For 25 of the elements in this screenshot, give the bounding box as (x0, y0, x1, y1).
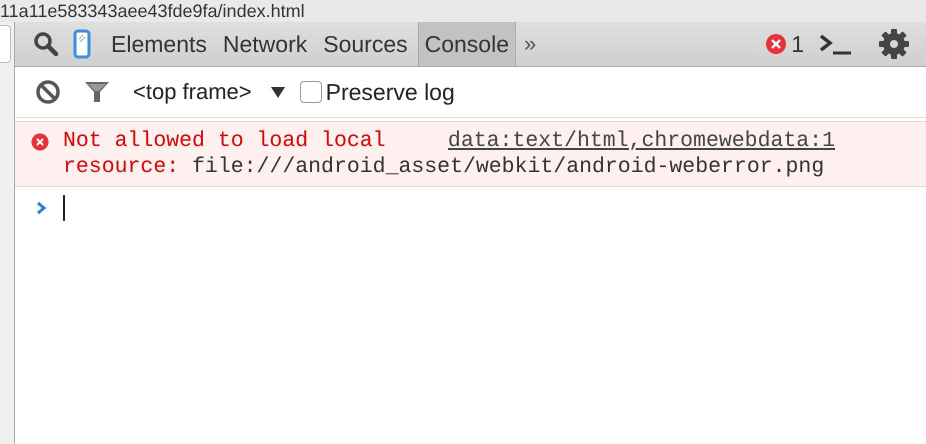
settings-icon[interactable] (878, 28, 910, 60)
panel-tab[interactable]: Elements (105, 22, 213, 66)
preserve-log-checkbox[interactable] (300, 81, 322, 103)
panel-tab[interactable]: Sources (317, 22, 414, 66)
error-icon (765, 33, 788, 55)
panel-tab[interactable]: Network (216, 22, 314, 66)
panel-tab[interactable]: Console (418, 22, 516, 66)
input-caret[interactable] (63, 195, 65, 221)
dropdown-icon[interactable] (270, 85, 286, 99)
page-url: 11a11e583343aee43fde9fa/index.html (0, 0, 305, 22)
more-tabs[interactable]: » (524, 31, 536, 57)
source-link[interactable]: data:text/html,chromewebdata:1 (448, 128, 835, 154)
error-count[interactable]: 1 (791, 30, 804, 58)
filter-icon[interactable] (83, 79, 111, 105)
mobile-device-icon[interactable] (73, 29, 91, 59)
error-icon (31, 133, 49, 151)
prompt-icon (35, 200, 47, 216)
clear-console-icon[interactable] (35, 79, 61, 105)
console-drawer-icon[interactable] (818, 32, 852, 56)
frame-selector[interactable]: <top frame> (133, 79, 252, 105)
error-message-line: resource: file:///android_asset/webkit/android-weberror.png (63, 155, 824, 179)
error-message-line: Not allowed to load local (63, 128, 386, 154)
search-icon[interactable] (33, 31, 59, 57)
preserve-log-label: Preserve log (326, 78, 455, 106)
input-field[interactable] (0, 25, 11, 63)
